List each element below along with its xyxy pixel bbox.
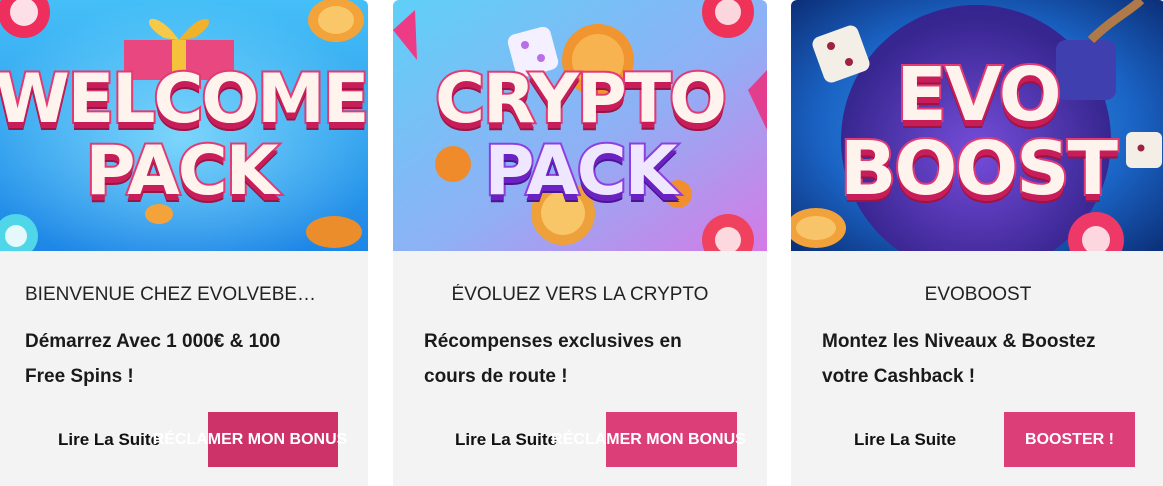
claim-bonus-button[interactable]: RÉCLAMER MON BONUS	[153, 412, 347, 467]
read-more-link[interactable]: Lire La Suite	[58, 430, 160, 450]
read-more-link[interactable]: Lire La Suite	[455, 430, 557, 450]
promo-card-crypto: CRYPTO PACK ÉVOLUEZ VERS LA CRYPTO Récom…	[393, 0, 767, 486]
promo-card-welcome: WELCOME PACK BIENVENUE CHEZ EVOLVEBE… Dé…	[0, 0, 368, 486]
promo-subtitle: ÉVOLUEZ VERS LA CRYPTO	[451, 284, 709, 305]
banner-title-line1: EVO	[894, 52, 1063, 138]
promo-subtitle: BIENVENUE CHEZ EVOLVEBE…	[25, 284, 317, 305]
promo-headline: Démarrez Avec 1 000€ & 100 Free Spins !	[25, 331, 281, 387]
promo-banner-evoboost[interactable]: EVO BOOST	[791, 0, 1163, 251]
banner-title-line2: PACK	[84, 132, 281, 211]
promo-card-evoboost: EVO BOOST EVOBOOST Montez les Niveaux & …	[791, 0, 1163, 486]
booster-label: BOOSTER !	[1025, 430, 1114, 448]
claim-bonus-button[interactable]: RÉCLAMER MON BONUS	[551, 412, 746, 467]
banner-title-line1: WELCOME	[0, 60, 368, 139]
read-more-link[interactable]: Lire La Suite	[854, 430, 956, 450]
claim-bonus-label: RÉCLAMER MON BONUS	[152, 430, 348, 448]
banner-title-line2: BOOST	[838, 126, 1120, 212]
promo-headline: Récompenses exclusives en cours de route…	[424, 331, 682, 387]
claim-bonus-label: RÉCLAMER MON BONUS	[551, 430, 746, 448]
promo-banner-crypto[interactable]: CRYPTO PACK	[393, 0, 767, 251]
promo-headline: Montez les Niveaux & Boostez votre Cashb…	[822, 331, 1096, 387]
booster-button[interactable]: BOOSTER !	[1004, 412, 1135, 467]
banner-title-line2: PACK	[483, 132, 680, 211]
promo-banner-welcome[interactable]: WELCOME PACK	[0, 0, 368, 251]
promotions-grid: WELCOME PACK BIENVENUE CHEZ EVOLVEBE… Dé…	[0, 0, 1163, 486]
banner-title-line1: CRYPTO	[433, 60, 729, 139]
promo-subtitle: EVOBOOST	[924, 284, 1032, 305]
